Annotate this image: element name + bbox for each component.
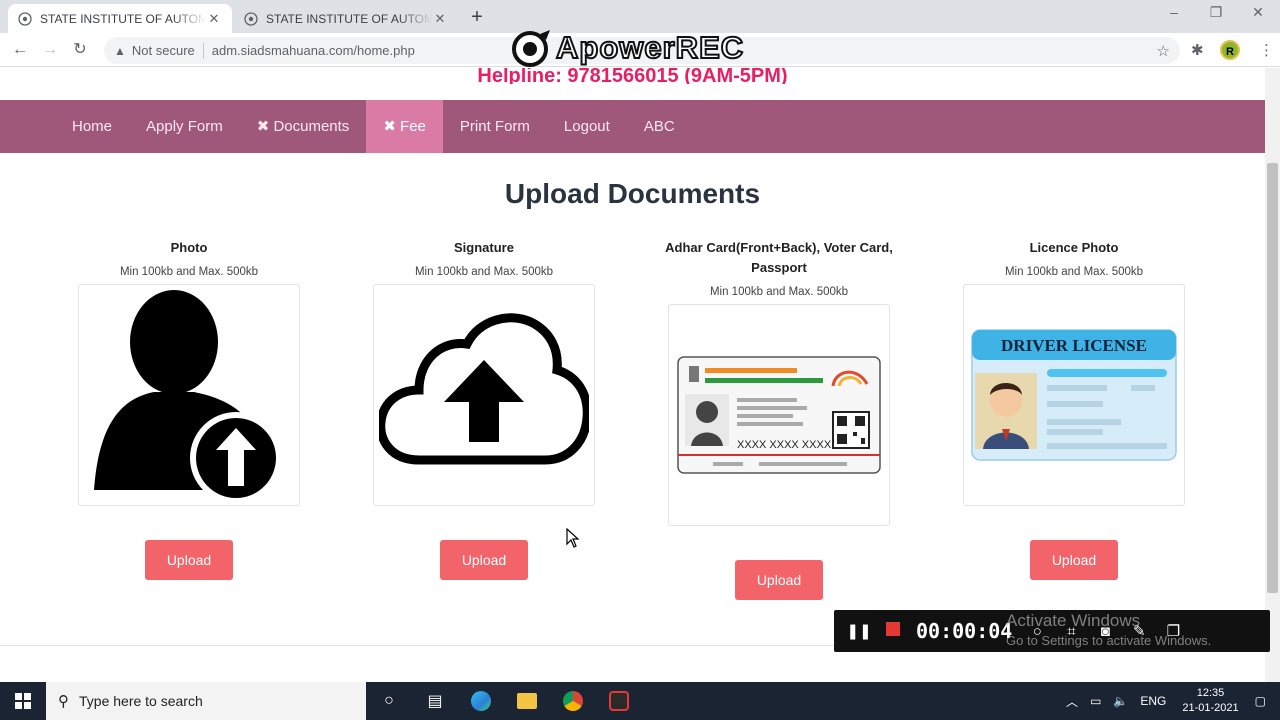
document-hint: Min 100kb and Max. 500kb: [1004, 266, 1144, 278]
search-placeholder: Type here to search: [79, 693, 203, 709]
page-title: Upload Documents: [504, 178, 761, 209]
edge-icon[interactable]: [458, 682, 504, 720]
web-page: Helpline: 9781566015 (9AM-5PM) Home Appl…: [0, 68, 1265, 682]
activate-windows-watermark: Activate Windows Go to Settings to activ…: [1006, 611, 1211, 651]
task-view-icon[interactable]: ▤: [412, 682, 458, 720]
apowerrec-brand: ApowerREC: [555, 29, 745, 66]
upload-licence-button[interactable]: Upload: [1030, 540, 1118, 580]
close-tab-icon[interactable]: ✕: [432, 11, 448, 27]
volume-icon[interactable]: 🔈: [1113, 694, 1128, 708]
window-close-icon[interactable]: ✕: [1238, 4, 1278, 21]
cortana-icon[interactable]: ○: [366, 682, 412, 720]
page-scrollbar[interactable]: [1265, 68, 1280, 682]
windows-start-icon[interactable]: [0, 682, 46, 720]
upload-id-button[interactable]: Upload: [735, 560, 823, 600]
search-icon: ⚲: [58, 693, 69, 710]
apowerrec-taskbar-icon[interactable]: [596, 682, 642, 720]
nav-documents[interactable]: ✖ Documents: [240, 100, 367, 153]
close-tab-icon[interactable]: ✕: [206, 11, 222, 27]
document-hint: Min 100kb and Max. 500kb: [119, 266, 259, 278]
bookmark-star-icon[interactable]: ☆: [1157, 42, 1170, 60]
nav-home[interactable]: Home: [55, 100, 129, 153]
globe-icon: [18, 11, 32, 26]
document-card-licence: Licence Photo Min 100kb and Max. 500kb D…: [963, 238, 1185, 580]
apowerrec-logo-icon: [512, 30, 550, 67]
windows-taskbar: ⚲ Type here to search ○ ▤ ︿ ▭ 🔈 ENG 12:3…: [0, 682, 1280, 720]
user-upload-icon: [94, 290, 282, 500]
taskbar-clock[interactable]: 12:35 21-01-2021: [1182, 686, 1238, 716]
mouse-cursor-icon: [566, 528, 580, 548]
chevron-up-icon[interactable]: ︿: [1066, 693, 1078, 710]
nav-print-form[interactable]: Print Form: [443, 100, 547, 153]
licence-preview[interactable]: DRIVER LICENSE: [963, 284, 1185, 506]
warning-icon: ▲: [114, 43, 126, 58]
url-text: adm.siadsmahuana.com/home.php: [211, 43, 415, 58]
document-hint: Min 100kb and Max. 500kb: [414, 266, 554, 278]
clock-date: 21-01-2021: [1182, 702, 1239, 714]
watermark-title: Activate Windows: [1006, 611, 1141, 630]
recording-timer: 00:00:04: [916, 619, 1013, 643]
document-card-id: Adhar Card(Front+Back), Voter Card, Pass…: [654, 238, 904, 600]
notification-icon[interactable]: ▢: [1255, 694, 1266, 708]
driver-license-icon: DRIVER LICENSE: [971, 329, 1177, 461]
clock-time: 12:35: [1196, 687, 1225, 699]
globe-icon: [244, 11, 258, 26]
back-icon[interactable]: ←: [8, 39, 32, 61]
document-label: Adhar Card(Front+Back), Voter Card, Pass…: [665, 240, 893, 275]
license-title: DRIVER LICENSE: [1001, 336, 1147, 355]
site-navbar: Home Apply Form ✖ Documents ✖ Fee Print …: [0, 100, 1265, 153]
document-card-photo: Photo Min 100kb and Max. 500kb Upload: [78, 238, 300, 580]
profile-avatar[interactable]: R: [1220, 40, 1240, 60]
tab-title: STATE INSTITUTE OF AUTOMOTIVE: [40, 11, 206, 26]
document-label: Licence Photo: [1029, 240, 1119, 255]
browser-tab-inactive[interactable]: STATE INSTITUTE OF AUTOMOTIVE ✕: [234, 4, 458, 33]
document-hint: Min 100kb and Max. 500kb: [709, 286, 849, 298]
restore-icon[interactable]: ❐: [1196, 4, 1236, 21]
photo-preview[interactable]: [78, 284, 300, 506]
reload-icon[interactable]: ↻: [68, 39, 92, 61]
scrollbar-thumb[interactable]: [1267, 163, 1278, 593]
browser-tab-active[interactable]: STATE INSTITUTE OF AUTOMOTIVE ✕: [8, 4, 232, 33]
watermark-subtitle: Go to Settings to activate Windows.: [1006, 633, 1212, 648]
nav-abc[interactable]: ABC: [627, 100, 692, 153]
nav-apply-form[interactable]: Apply Form: [129, 100, 240, 153]
nav-logout[interactable]: Logout: [547, 100, 627, 153]
minimize-icon[interactable]: –: [1154, 4, 1194, 20]
apowerrec-watermark: ApowerREC: [510, 28, 744, 68]
document-label: Photo: [170, 240, 208, 255]
language-indicator[interactable]: ENG: [1140, 694, 1166, 708]
upload-signature-button[interactable]: Upload: [440, 540, 528, 580]
battery-icon[interactable]: ▭: [1090, 694, 1101, 708]
id-card-icon: XXXX XXXX XXXX: [677, 356, 881, 474]
id-card-preview[interactable]: XXXX XXXX XXXX: [668, 304, 890, 526]
menu-kebab-icon[interactable]: ⋮: [1259, 41, 1274, 59]
extensions-icon[interactable]: ✱: [1191, 41, 1204, 59]
forward-icon[interactable]: →: [38, 39, 62, 61]
cloud-upload-icon: [379, 313, 589, 465]
pause-icon[interactable]: ❚❚: [842, 622, 876, 640]
nav-fee[interactable]: ✖ Fee: [366, 100, 443, 153]
stop-icon[interactable]: [876, 622, 910, 640]
chrome-icon[interactable]: [550, 682, 596, 720]
document-label: Signature: [454, 240, 514, 255]
security-label: Not secure: [131, 43, 195, 58]
omnibox-separator: [202, 42, 204, 59]
file-explorer-icon[interactable]: [504, 682, 550, 720]
upload-photo-button[interactable]: Upload: [145, 540, 233, 580]
document-card-signature: Signature Min 100kb and Max. 500kb Uploa…: [373, 238, 595, 580]
helpline-text: Helpline: 9781566015 (9AM-5PM): [477, 68, 788, 84]
system-tray: ︿ ▭ 🔈 ENG 12:35 21-01-2021 ▢: [1060, 682, 1280, 720]
new-tab-icon[interactable]: +: [466, 6, 488, 29]
signature-preview[interactable]: [373, 284, 595, 506]
tab-title: STATE INSTITUTE OF AUTOMOTIVE: [266, 11, 432, 26]
taskbar-search-box[interactable]: ⚲ Type here to search: [46, 682, 366, 720]
card-number: XXXX XXXX XXXX: [737, 439, 832, 451]
